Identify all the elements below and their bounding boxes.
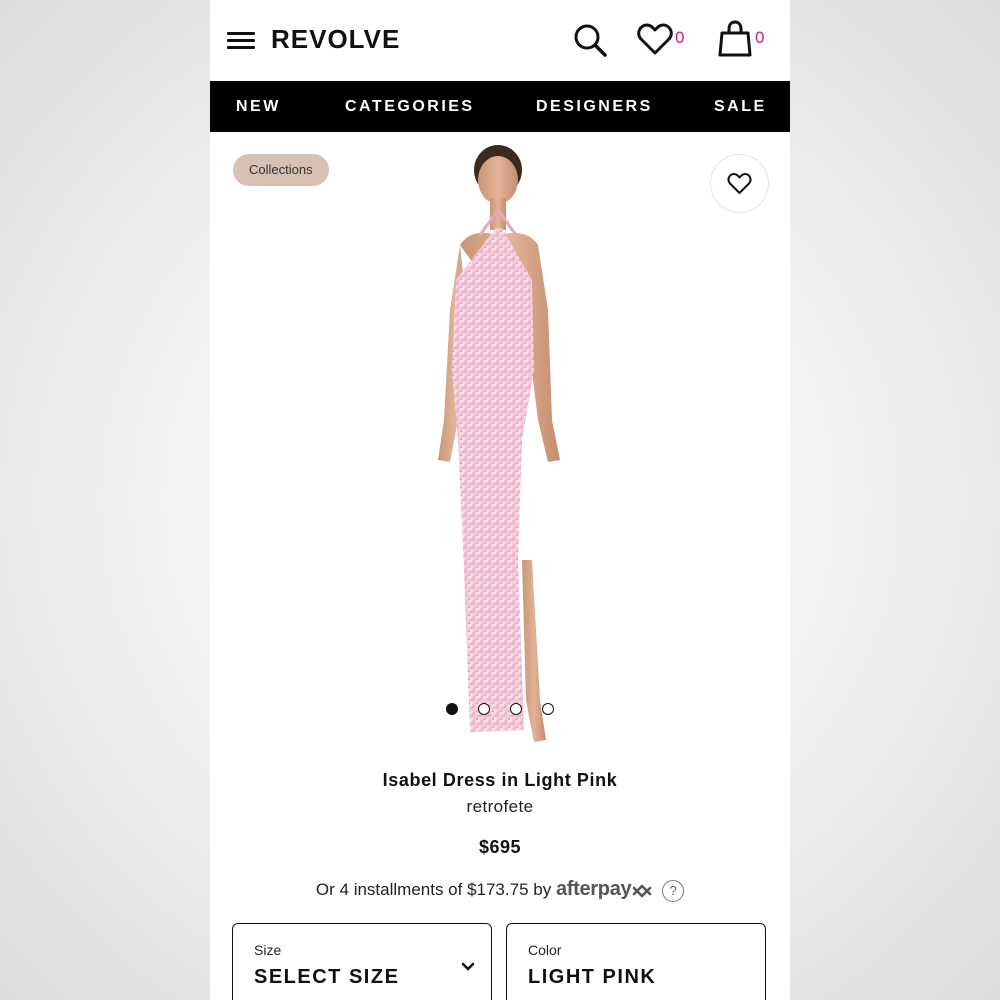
- product-gallery[interactable]: Collections: [210, 132, 790, 757]
- size-value: SELECT SIZE: [254, 966, 400, 988]
- nav-item-sale[interactable]: SALE: [714, 98, 767, 116]
- question-icon[interactable]: ?: [662, 879, 685, 902]
- afterpay-arrows-icon: [633, 883, 652, 898]
- color-value: LIGHT PINK: [528, 966, 657, 988]
- main-nav: NEW CATEGORIES DESIGNERS SALE: [210, 81, 790, 132]
- site-header: REVOLVE 0 0: [210, 0, 790, 80]
- gallery-dot[interactable]: [510, 703, 522, 715]
- nav-item-categories[interactable]: CATEGORIES: [345, 98, 475, 116]
- nav-item-new[interactable]: NEW: [236, 98, 281, 116]
- bag-count: 0: [755, 28, 765, 47]
- afterpay-logo[interactable]: afterpay: [556, 878, 632, 900]
- menu-icon[interactable]: [227, 30, 255, 50]
- heart-icon[interactable]: [637, 22, 673, 56]
- size-label: Size: [254, 942, 282, 958]
- collections-tag[interactable]: Collections: [233, 154, 329, 186]
- product-image[interactable]: [410, 140, 590, 760]
- brand-link[interactable]: retrofete: [210, 797, 790, 817]
- gallery-dot[interactable]: [542, 703, 554, 715]
- mobile-page: REVOLVE 0 0 NEW CATEGORIES DESIGNERS SAL…: [210, 0, 790, 1000]
- size-selector[interactable]: Size SELECT SIZE: [232, 923, 492, 1000]
- bag-icon[interactable]: [718, 20, 752, 58]
- color-selector[interactable]: Color LIGHT PINK: [506, 923, 766, 1000]
- gallery-dot[interactable]: [478, 703, 490, 715]
- nav-item-designers[interactable]: DESIGNERS: [536, 98, 653, 116]
- add-to-wishlist-button[interactable]: [710, 154, 769, 213]
- installments-info: Or 4 installments of $173.75 by afterpay…: [210, 878, 790, 902]
- search-icon[interactable]: [572, 22, 608, 58]
- wishlist-count: 0: [675, 28, 685, 47]
- gallery-pagination: [446, 703, 556, 715]
- installments-text: Or 4 installments of $173.75 by: [315, 880, 552, 899]
- site-logo[interactable]: REVOLVE: [271, 24, 400, 55]
- color-label: Color: [528, 942, 562, 958]
- gallery-dot[interactable]: [446, 703, 458, 715]
- chevron-down-icon: [461, 962, 475, 971]
- heart-icon: [727, 173, 752, 194]
- product-name: Isabel Dress in Light Pink: [382, 770, 618, 790]
- product-price: $695: [478, 837, 522, 857]
